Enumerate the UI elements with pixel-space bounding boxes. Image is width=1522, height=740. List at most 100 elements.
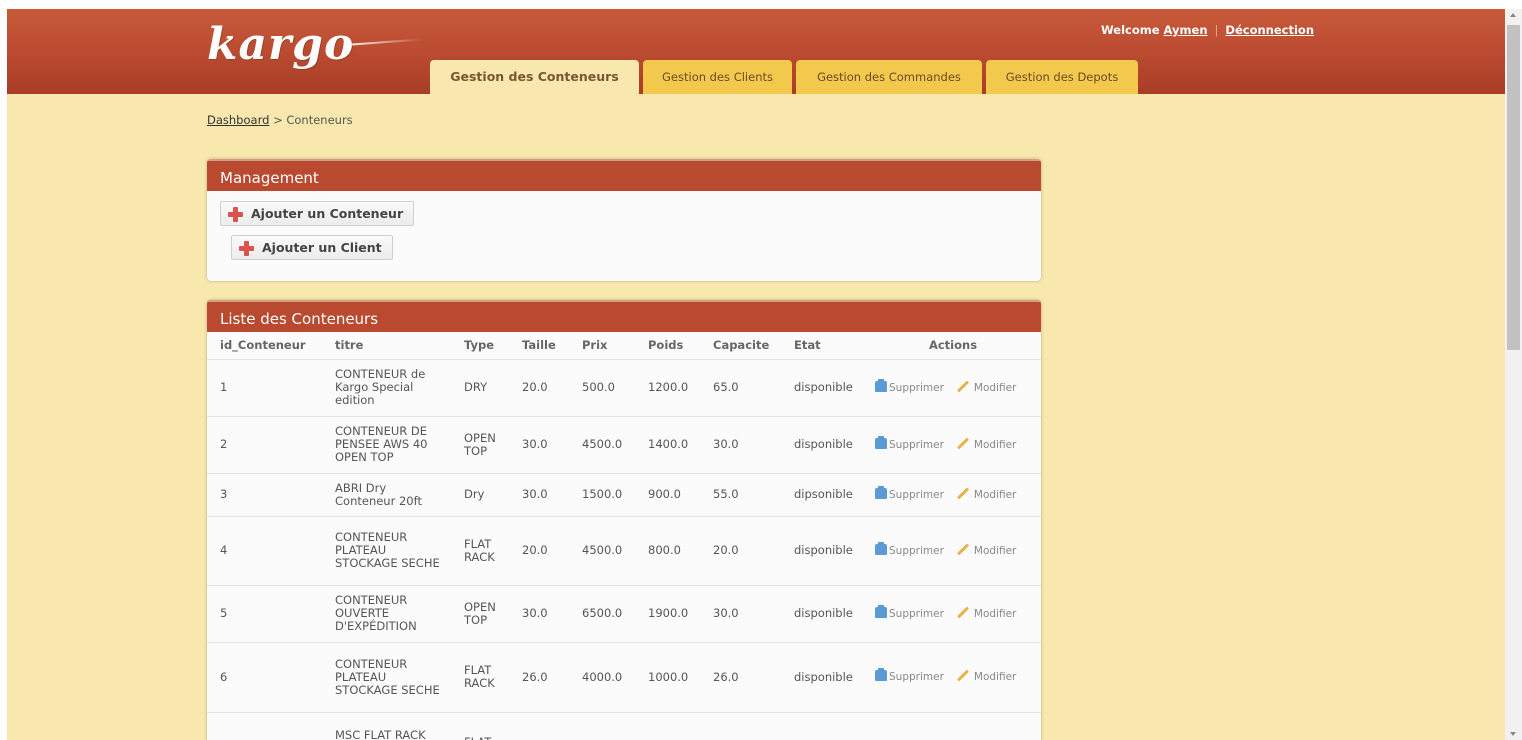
scroll-down-arrow-icon[interactable] xyxy=(1510,732,1516,736)
scroll-up-arrow-icon[interactable] xyxy=(1510,13,1516,17)
edit-action[interactable]: Modifier xyxy=(944,542,1017,557)
tab-commandes[interactable]: Gestion des Commandes xyxy=(796,60,982,94)
column-header-prix[interactable]: Prix xyxy=(569,332,635,360)
container-list-panel: Liste des Conteneurs id_Conteneur titre … xyxy=(207,300,1041,740)
container-list-title: Liste des Conteneurs xyxy=(207,300,1041,332)
delete-action[interactable]: Supprimer xyxy=(875,485,944,501)
pencil-icon xyxy=(956,605,969,619)
logout-link[interactable]: Déconnection xyxy=(1225,23,1314,37)
cell-prix: 1500.0 xyxy=(569,473,635,517)
column-header-capacite[interactable]: Capacite xyxy=(700,332,781,360)
cell-capacite xyxy=(700,712,781,740)
tab-clients[interactable]: Gestion des Clients xyxy=(643,60,792,94)
cell-id: 4 xyxy=(207,516,322,586)
edit-label: Modifier xyxy=(973,671,1017,683)
cell-titre: MSC FLAT RACK 1/50 xyxy=(322,712,451,740)
delete-label: Supprimer xyxy=(889,671,944,683)
cell-poids: 1000.0 xyxy=(635,642,700,713)
pencil-icon xyxy=(956,379,969,393)
edit-label: Modifier xyxy=(973,488,1017,501)
pencil-icon xyxy=(956,436,969,450)
edit-label: Modifier xyxy=(973,544,1017,557)
table-row: 4 CONTENEUR PLATEAU STOCKAGE SECHE FLAT RA… xyxy=(207,516,1041,586)
user-link[interactable]: Aymen xyxy=(1164,23,1208,37)
cell-actions: Supprimer Modifier xyxy=(865,585,1041,643)
cell-prix xyxy=(569,712,635,740)
cell-actions: Supprimer Modifier xyxy=(865,473,1041,517)
delete-action[interactable]: Supprimer xyxy=(875,378,944,394)
delete-action[interactable]: Supprimer xyxy=(875,435,944,451)
cell-id: 6 xyxy=(207,642,322,713)
cell-capacite: 30.0 xyxy=(700,585,781,643)
delete-action[interactable]: Supprimer xyxy=(875,541,944,557)
welcome-text: Welcome xyxy=(1101,23,1160,37)
edit-label: Modifier xyxy=(973,438,1017,451)
cell-etat xyxy=(781,712,865,740)
cell-poids: 900.0 xyxy=(635,473,700,517)
cell-prix: 4500.0 xyxy=(569,416,635,474)
delete-label: Supprimer xyxy=(889,488,944,501)
breadcrumb-current: Conteneurs xyxy=(286,113,353,127)
table-header-row: id_Conteneur titre Type Taille Prix Poid… xyxy=(207,332,1041,360)
cell-id: 5 xyxy=(207,585,322,643)
column-header-type[interactable]: Type xyxy=(451,332,509,360)
plus-icon xyxy=(228,207,243,222)
cell-taille xyxy=(509,712,569,740)
cell-titre: CONTENEUR PLATEAU STOCKAGE SECHE xyxy=(322,516,451,586)
delete-action[interactable]: Supprimer xyxy=(875,604,944,620)
edit-action[interactable]: Modifier xyxy=(944,486,1017,501)
delete-label: Supprimer xyxy=(889,544,944,557)
cell-titre: CONTENEUR OUVERTE D'EXPÉDITION xyxy=(322,585,451,643)
edit-label: Modifier xyxy=(973,607,1017,620)
breadcrumb-dashboard-link[interactable]: Dashboard xyxy=(207,113,269,127)
cell-actions xyxy=(865,712,1041,740)
table-row: 1 CONTENEUR de Kargo Special edition DRY 20… xyxy=(207,359,1041,417)
cell-taille: 20.0 xyxy=(509,516,569,586)
cell-id: 3 xyxy=(207,473,322,517)
header: kargo Welcome Aymen | Déconnection Gesti… xyxy=(7,9,1505,95)
edit-action[interactable]: Modifier xyxy=(944,379,1017,394)
cell-taille: 20.0 xyxy=(509,359,569,417)
cell-etat: disponible xyxy=(781,359,865,417)
cell-poids: 1200.0 xyxy=(635,359,700,417)
cell-taille: 30.0 xyxy=(509,416,569,474)
scrollbar[interactable] xyxy=(1505,9,1522,740)
logo[interactable]: kargo xyxy=(207,23,354,67)
trash-icon xyxy=(875,668,887,681)
cell-etat: disponible xyxy=(781,642,865,713)
cell-type: FLAT RACK xyxy=(451,516,509,586)
column-header-poids[interactable]: Poids xyxy=(635,332,700,360)
cell-poids: 1400.0 xyxy=(635,416,700,474)
delete-action[interactable]: Supprimer xyxy=(875,668,944,683)
edit-action[interactable]: Modifier xyxy=(944,669,1017,683)
cell-type: FLAT RACK xyxy=(451,642,509,713)
cell-prix: 4500.0 xyxy=(569,516,635,586)
column-header-taille[interactable]: Taille xyxy=(509,332,569,360)
add-container-label: Ajouter un Conteneur xyxy=(251,206,404,221)
edit-label: Modifier xyxy=(973,381,1017,394)
cell-poids: 1900.0 xyxy=(635,585,700,643)
cell-capacite: 30.0 xyxy=(700,416,781,474)
delete-label: Supprimer xyxy=(889,607,944,620)
add-client-button[interactable]: Ajouter un Client xyxy=(231,235,393,260)
tab-depots[interactable]: Gestion des Depots xyxy=(986,60,1138,94)
trash-icon xyxy=(875,435,887,449)
cell-titre: ABRI Dry Conteneur 20ft xyxy=(322,473,451,517)
column-header-etat[interactable]: Etat xyxy=(781,332,865,360)
tab-conteneurs[interactable]: Gestion des Conteneurs xyxy=(430,60,639,95)
cell-poids: 800.0 xyxy=(635,516,700,586)
page: kargo Welcome Aymen | Déconnection Gesti… xyxy=(7,9,1505,740)
cell-etat: disponible xyxy=(781,416,865,474)
trash-icon xyxy=(875,541,887,555)
column-header-id[interactable]: id_Conteneur xyxy=(207,332,322,360)
scroll-thumb[interactable] xyxy=(1507,25,1520,350)
cell-etat: dipsonible xyxy=(781,473,865,517)
delete-label: Supprimer xyxy=(889,381,944,394)
edit-action[interactable]: Modifier xyxy=(944,605,1017,620)
cell-etat: disponible xyxy=(781,516,865,586)
column-header-titre[interactable]: titre xyxy=(322,332,451,360)
cell-capacite: 65.0 xyxy=(700,359,781,417)
add-container-button[interactable]: Ajouter un Conteneur xyxy=(220,201,415,226)
table-row: 2 CONTENEUR DE PENSEE AWS 40 OPEN TOP OPEN… xyxy=(207,416,1041,474)
edit-action[interactable]: Modifier xyxy=(944,436,1017,451)
